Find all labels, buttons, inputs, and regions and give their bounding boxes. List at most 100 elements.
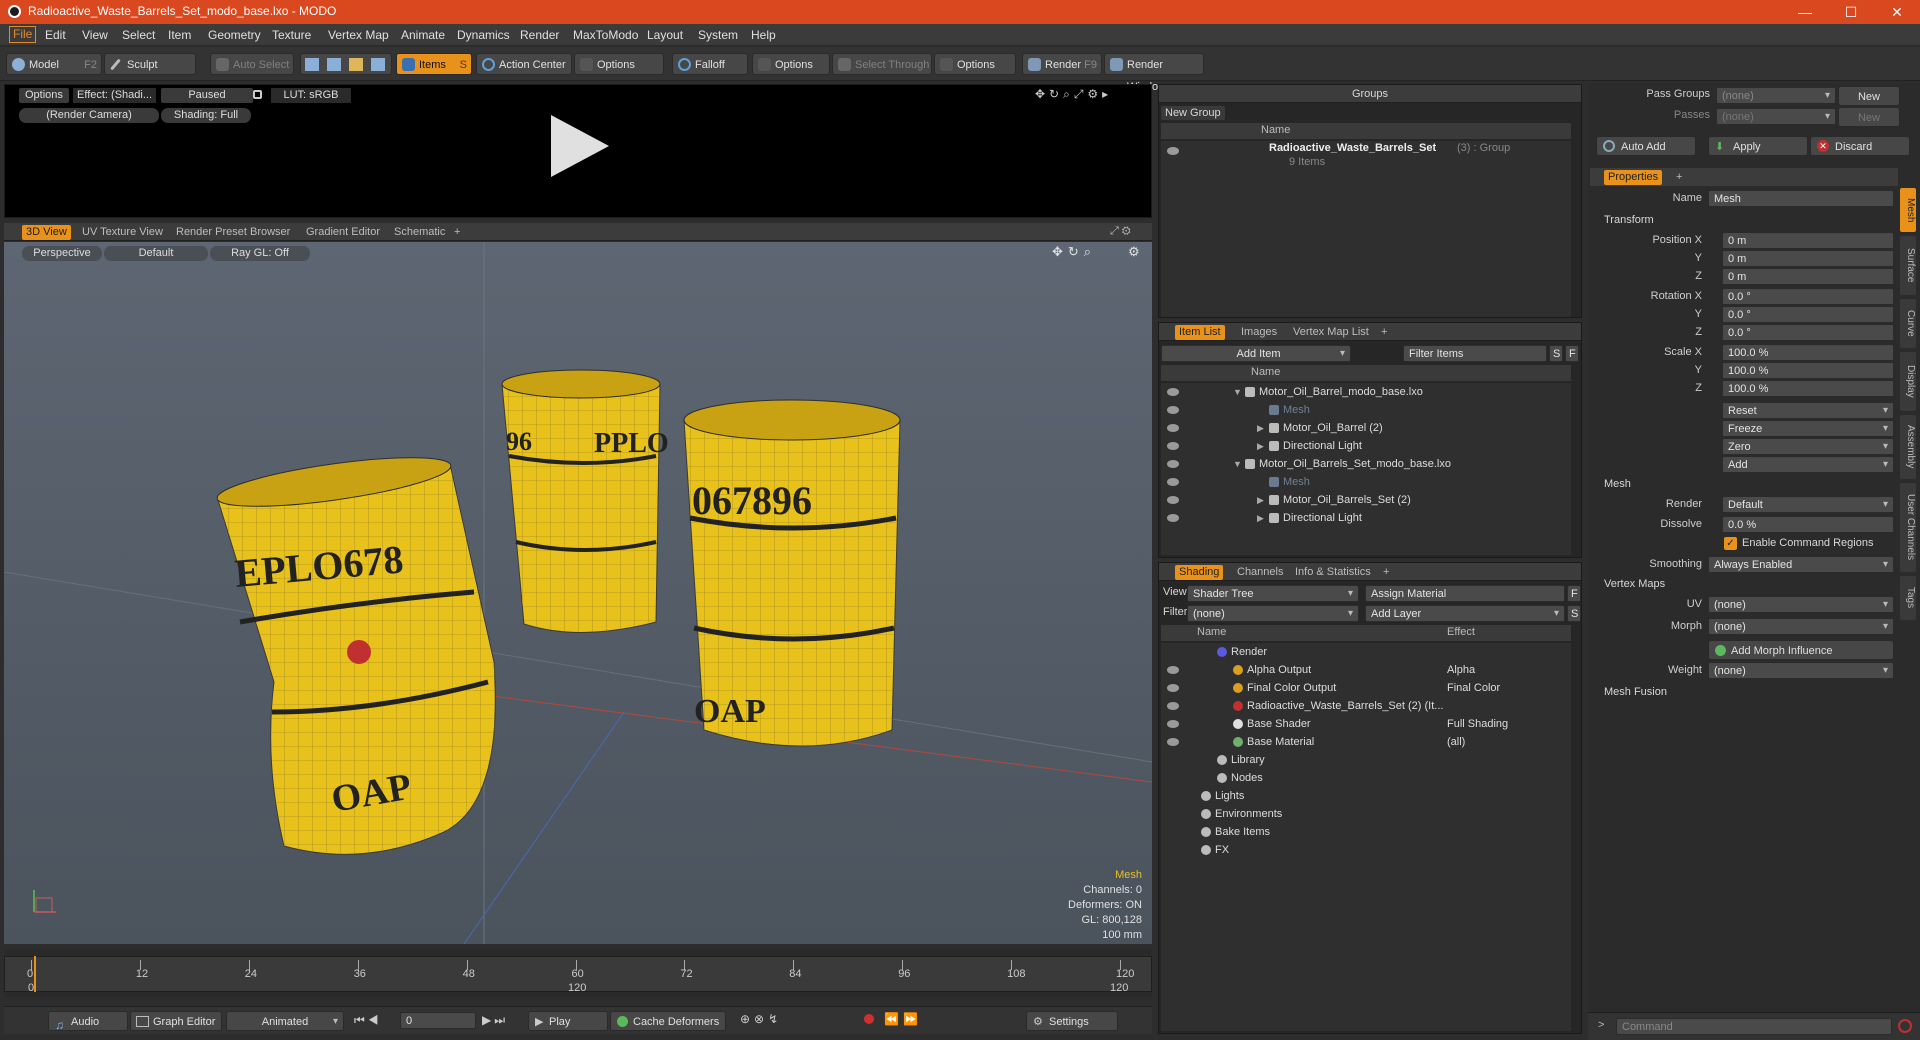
expand-arrow-icon[interactable]: ▶ (1257, 419, 1264, 437)
options-button-3[interactable]: Options (934, 53, 1016, 75)
eye-icon[interactable] (1167, 424, 1179, 432)
action-center-button[interactable]: Action Center (476, 53, 572, 75)
shader-tree-row[interactable]: Render (1161, 643, 1571, 661)
apply-button[interactable]: ⬇ Apply (1708, 136, 1808, 156)
new-pass-button[interactable]: New (1838, 107, 1900, 127)
expand-arrow-icon[interactable]: ▶ (1257, 437, 1264, 455)
menu-vertex-map[interactable]: Vertex Map (328, 28, 389, 42)
rotation-x-input[interactable]: 0.0 ° (1722, 288, 1894, 305)
materials-mode-icon[interactable] (371, 58, 385, 71)
timeline-playhead[interactable] (34, 956, 36, 992)
side-tab-assembly[interactable]: Assembly (1900, 415, 1916, 479)
record-icon[interactable] (864, 1014, 874, 1024)
add-tab-button[interactable]: + (1379, 565, 1393, 580)
discard-button[interactable]: ✕ Discard (1810, 136, 1910, 156)
transport-prev-icons[interactable]: ⏮◀ (354, 1013, 382, 1028)
tab-channels[interactable]: Channels (1233, 565, 1287, 580)
minimize-button[interactable]: — (1782, 0, 1828, 24)
eye-icon[interactable] (1167, 666, 1179, 674)
menu-render[interactable]: Render (520, 28, 559, 42)
edges-mode-icon[interactable] (327, 58, 341, 71)
vertices-mode-icon[interactable] (305, 58, 319, 71)
shader-tree-row[interactable]: Bake Items (1161, 823, 1571, 841)
position-z-input[interactable]: 0 m (1722, 268, 1894, 285)
items-mode-button[interactable]: Items S (396, 53, 472, 75)
command-history-icon[interactable] (1898, 1019, 1912, 1033)
menu-edit[interactable]: Edit (45, 28, 66, 42)
shader-item-effect[interactable]: Full Shading (1447, 715, 1508, 733)
preview-options-button[interactable]: Options (19, 88, 69, 103)
tab-render-preset-browser[interactable]: Render Preset Browser (172, 225, 294, 240)
item-list-row[interactable]: ▶ Directional Light (1161, 509, 1571, 527)
eye-icon[interactable] (1167, 684, 1179, 692)
tab-properties[interactable]: Properties (1604, 170, 1663, 185)
eye-icon[interactable] (1167, 738, 1179, 746)
auto-select-button[interactable]: Auto Select (210, 53, 294, 75)
menu-animate[interactable]: Animate (401, 28, 445, 42)
shader-tree-row[interactable]: Library (1161, 751, 1571, 769)
side-tab-tags[interactable]: Tags (1900, 576, 1916, 620)
falloff-button[interactable]: Falloff (672, 53, 748, 75)
shader-item-effect[interactable]: Alpha (1447, 661, 1475, 679)
side-tab-display[interactable]: Display (1900, 352, 1916, 411)
3d-viewport[interactable]: Perspective Default Ray GL: Off ✥↻⌕ ⚙ EP… (4, 242, 1152, 944)
item-list-row[interactable]: Mesh (1161, 401, 1571, 419)
command-expand-icon[interactable]: > (1598, 1019, 1604, 1031)
maximize-button[interactable]: ☐ (1828, 0, 1874, 24)
menu-file[interactable]: File (9, 26, 37, 43)
new-pass-group-button[interactable]: New (1838, 86, 1900, 106)
side-tab-curve[interactable]: Curve (1900, 299, 1916, 348)
add-dropdown[interactable]: Add (1722, 456, 1894, 473)
eye-icon[interactable] (1167, 702, 1179, 710)
menu-help[interactable]: Help (751, 28, 776, 42)
preview-lut-dropdown[interactable]: LUT: sRGB (271, 88, 351, 103)
shader-tree-row[interactable]: FX (1161, 841, 1571, 859)
eye-icon[interactable] (1167, 496, 1179, 504)
smoothing-dropdown[interactable]: Always Enabled (1708, 556, 1894, 573)
scale-z-input[interactable]: 100.0 % (1722, 380, 1894, 397)
item-list-row[interactable]: ▼ Motor_Oil_Barrel_modo_base.lxo (1161, 383, 1571, 401)
preview-view-controls[interactable]: ✥↻⌕⤢⚙▸ (1035, 87, 1145, 101)
options-button-2[interactable]: Options (752, 53, 830, 75)
position-y-input[interactable]: 0 m (1722, 250, 1894, 267)
scale-x-input[interactable]: 100.0 % (1722, 344, 1894, 361)
eye-icon[interactable] (1167, 442, 1179, 450)
position-x-input[interactable]: 0 m (1722, 232, 1894, 249)
eye-icon[interactable] (1167, 460, 1179, 468)
scale-y-input[interactable]: 100.0 % (1722, 362, 1894, 379)
shader-item-effect[interactable]: (all) (1447, 733, 1465, 751)
expand-arrow-icon[interactable]: ▶ (1257, 509, 1264, 527)
view-dropdown[interactable]: Shader Tree (1187, 585, 1359, 602)
auto-add-button[interactable]: Auto Add (1596, 136, 1696, 156)
enable-command-regions-checkbox[interactable]: ✓ (1724, 537, 1737, 550)
render-button[interactable]: Render F9 (1022, 53, 1102, 75)
item-list-row[interactable]: ▶ Directional Light (1161, 437, 1571, 455)
add-tab-button[interactable]: + (1377, 325, 1391, 340)
expand-arrow-icon[interactable]: ▶ (1257, 491, 1264, 509)
group-name[interactable]: Radioactive_Waste_Barrels_Set (1269, 142, 1436, 154)
polygons-mode-icon[interactable] (349, 58, 363, 71)
shader-tree-row[interactable]: Environments (1161, 805, 1571, 823)
tab-schematic[interactable]: Schematic (390, 225, 449, 240)
cache-deformers-button[interactable]: Cache Deformers (610, 1011, 726, 1031)
menu-layout[interactable]: Layout (647, 28, 683, 42)
tab-info-statistics[interactable]: Info & Statistics (1291, 565, 1375, 580)
shader-tree-row[interactable]: Alpha Output Alpha (1161, 661, 1571, 679)
viewport-expand-icon[interactable]: ⤢⚙ (1110, 225, 1134, 238)
item-list-f-button[interactable]: F (1565, 345, 1579, 362)
mesh-fusion-section[interactable]: Mesh Fusion (1588, 684, 1896, 701)
item-list-row[interactable]: ▼ Motor_Oil_Barrels_Set_modo_base.lxo (1161, 455, 1571, 473)
eye-icon[interactable] (1167, 406, 1179, 414)
menu-item[interactable]: Item (168, 28, 191, 42)
shader-item-effect[interactable]: Final Color (1447, 679, 1500, 697)
rotation-z-input[interactable]: 0.0 ° (1722, 324, 1894, 341)
sculpt-mode-button[interactable]: Sculpt (104, 53, 196, 75)
command-input[interactable]: Command (1616, 1018, 1892, 1035)
menu-geometry[interactable]: Geometry (208, 28, 261, 42)
key-tools-icons[interactable]: ⊕⊗↯ (740, 1012, 782, 1026)
preview-shading-dropdown[interactable]: Shading: Full (161, 108, 251, 123)
transform-section[interactable]: Transform (1588, 212, 1896, 229)
render-dropdown[interactable]: Default (1722, 496, 1894, 513)
side-tab-mesh[interactable]: Mesh (1900, 188, 1916, 232)
shader-tree-row[interactable]: Final Color Output Final Color (1161, 679, 1571, 697)
